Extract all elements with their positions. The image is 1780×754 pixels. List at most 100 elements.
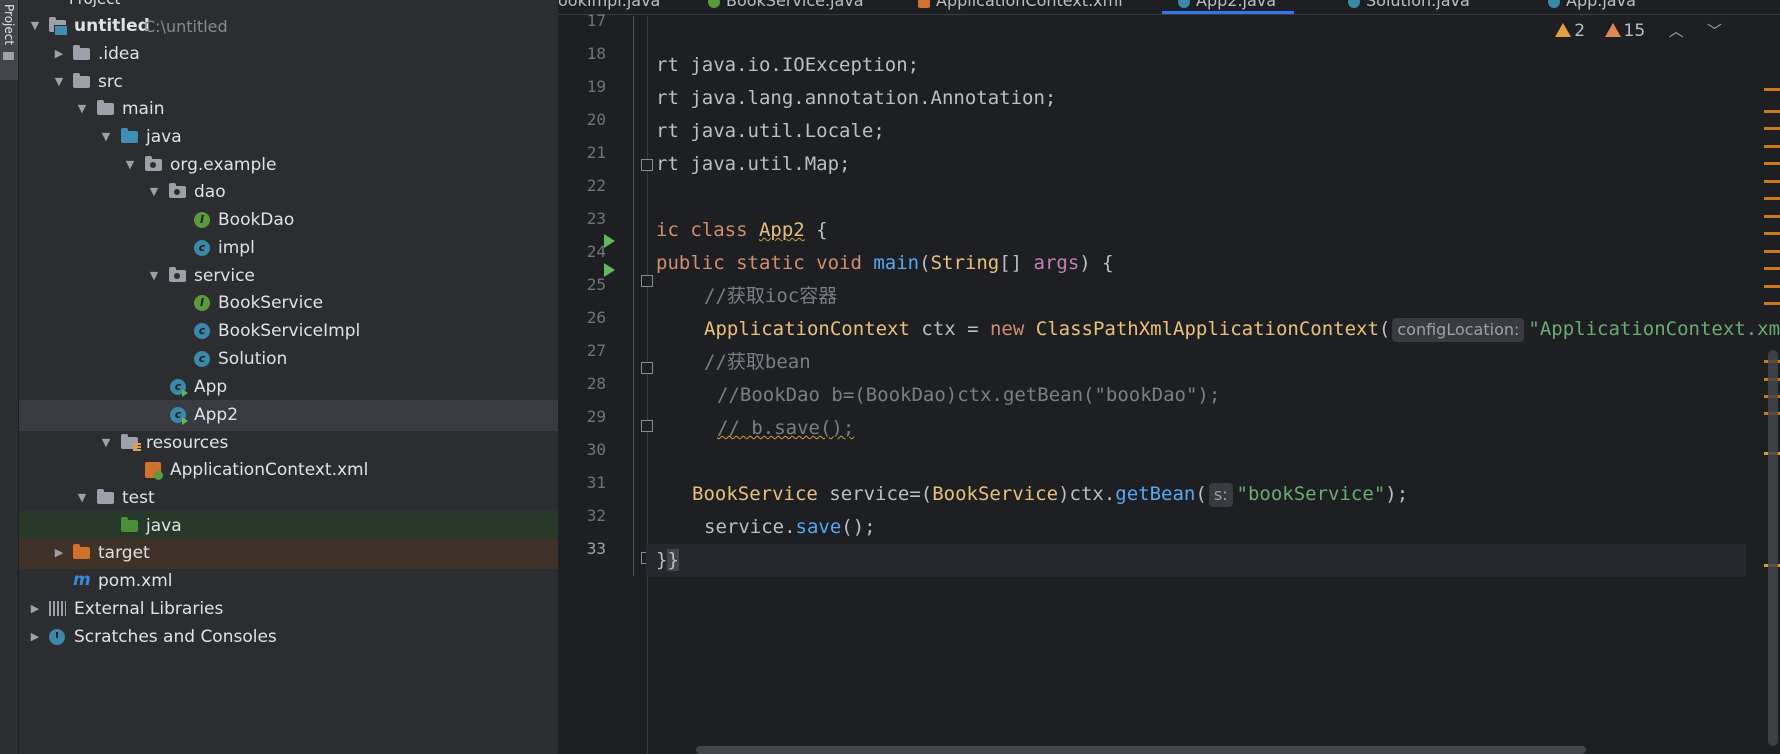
package-icon <box>169 183 187 200</box>
line-number: 31 <box>586 473 606 492</box>
project-tool-window-tab[interactable]: Project <box>0 0 18 80</box>
package-icon <box>145 156 163 173</box>
folder-icon <box>73 45 91 62</box>
class-icon <box>1178 0 1190 8</box>
line-number: 26 <box>586 308 606 327</box>
tree-item-label: BookServiceImpl <box>218 321 361 341</box>
source-folder-icon <box>121 128 139 145</box>
line-number: 28 <box>586 374 606 393</box>
editor-tabs: ookImpl.java BookService.java Applicatio… <box>558 0 1780 15</box>
tree-item-bookdao[interactable]: I BookDao <box>19 205 558 236</box>
parameter-hint: s: <box>1208 483 1233 507</box>
line-number: 23 <box>586 209 606 228</box>
line-number: 33 <box>586 539 606 558</box>
chevron-down-icon[interactable]: ▼ <box>29 18 41 34</box>
class-icon <box>1348 0 1360 8</box>
fold-marker-icon[interactable] <box>641 420 653 432</box>
resources-folder-icon <box>121 434 141 451</box>
tree-item-external-libraries[interactable]: ▶ External Libraries <box>19 594 558 625</box>
tree-item-untitled[interactable]: ▼ untitled C:\untitled <box>19 11 558 42</box>
tree-item-label: test <box>122 488 155 508</box>
code-editor[interactable]: ookImpl.java BookService.java Applicatio… <box>558 0 1780 754</box>
tree-item-test[interactable]: ▼ test <box>19 483 558 514</box>
tree-item-idea[interactable]: ▶ .idea <box>19 39 558 70</box>
tree-item-impl[interactable]: c impl <box>19 233 558 264</box>
tab-app[interactable]: App.java <box>1548 0 1636 10</box>
tree-item-bookservice[interactable]: I BookService <box>19 288 558 319</box>
run-gutter-icon[interactable] <box>604 263 615 277</box>
tree-item-app2[interactable]: c App2 <box>19 400 558 431</box>
tree-item-label: impl <box>218 238 255 258</box>
tree-item-solution[interactable]: c Solution <box>19 344 558 375</box>
code-line-21: rt java.util.Map; <box>656 153 851 175</box>
project-tab-label: Project <box>2 4 16 46</box>
maven-icon: m <box>73 570 91 590</box>
tree-item-bookserviceimpl[interactable]: c BookServiceImpl <box>19 316 558 347</box>
line-gutter: 17 18 19 20 21 22 23 24 25 26 27 28 29 30 31 32 33 <box>558 11 630 754</box>
tree-item-label: dao <box>194 182 226 202</box>
tree-item-label: main <box>122 99 165 119</box>
tool-window-strip: Project <box>0 0 19 754</box>
line-number: 21 <box>586 143 606 162</box>
line-number: 25 <box>586 275 606 294</box>
tree-item-pom-xml[interactable]: m pom.xml <box>19 566 558 597</box>
package-icon <box>169 267 187 284</box>
chevron-down-icon[interactable]: ▼ <box>76 101 88 117</box>
tree-item-applicationcontext-xml[interactable]: ApplicationContext.xml <box>19 455 558 486</box>
code-line-33: }} <box>656 549 679 571</box>
tree-item-target[interactable]: ▶ target <box>19 538 558 569</box>
chevron-right-icon[interactable]: ▶ <box>29 629 41 645</box>
tree-item-scratches[interactable]: ▶ Scratches and Consoles <box>19 622 558 653</box>
excluded-folder-icon <box>73 544 91 561</box>
line-number: 32 <box>586 506 606 525</box>
test-folder-icon <box>121 517 139 534</box>
code-line-26: ApplicationContext ctx = new ClassPathXm… <box>704 318 1780 342</box>
chevron-right-icon[interactable]: ▶ <box>53 545 65 561</box>
interface-icon: I <box>194 212 212 228</box>
code-line-31: BookService service=(BookService)ctx.get… <box>692 483 1409 507</box>
line-number: 29 <box>586 407 606 426</box>
chevron-down-icon[interactable]: ▼ <box>53 74 65 90</box>
tab-solution[interactable]: Solution.java <box>1348 0 1470 10</box>
tree-item-label: Scratches and Consoles <box>74 627 277 647</box>
fold-marker-icon[interactable] <box>641 362 653 374</box>
libraries-icon <box>49 601 67 617</box>
tree-item-app[interactable]: c App <box>19 372 558 403</box>
xml-file-icon <box>145 462 163 480</box>
interface-icon <box>708 0 720 8</box>
tree-item-label: target <box>98 543 150 563</box>
tree-item-label: .idea <box>98 44 140 64</box>
tree-item-label: java <box>146 516 182 536</box>
chevron-right-icon[interactable]: ▶ <box>29 601 41 617</box>
project-header: Project <box>19 0 558 8</box>
code-area[interactable]: rt java.io.IOException; rt java.lang.ann… <box>646 16 1780 754</box>
horizontal-scrollbar[interactable] <box>696 746 1586 754</box>
chevron-down-icon[interactable]: ▼ <box>148 268 160 284</box>
interface-icon: I <box>194 295 212 311</box>
tree-item-label: BookService <box>218 293 324 313</box>
current-line-highlight <box>646 544 1746 577</box>
tab-bookservice[interactable]: BookService.java <box>708 0 864 10</box>
run-gutter-icon[interactable] <box>604 234 615 248</box>
fold-marker-icon[interactable] <box>641 275 653 287</box>
vertical-scrollbar[interactable] <box>1768 350 1778 746</box>
tree-item-label: resources <box>146 433 229 453</box>
chevron-right-icon[interactable]: ▶ <box>53 46 65 62</box>
chevron-down-icon[interactable]: ▼ <box>124 157 136 173</box>
tree-item-label: service <box>194 266 255 286</box>
tree-item-main[interactable]: ▼ main <box>19 94 558 125</box>
chevron-down-icon[interactable]: ▼ <box>76 490 88 506</box>
tree-item-label: App <box>194 377 228 397</box>
tree-item-java[interactable]: ▼ java <box>19 122 558 153</box>
chevron-down-icon[interactable]: ▼ <box>100 435 112 451</box>
code-line-28: //BookDao b=(BookDao)ctx.getBean("bookDa… <box>717 384 1221 406</box>
chevron-down-icon[interactable]: ▼ <box>100 129 112 145</box>
tab-app2[interactable]: App2.java <box>1161 0 1295 14</box>
tree-item-label: pom.xml <box>98 571 173 591</box>
tree-item-dao[interactable]: ▼ dao <box>19 177 558 208</box>
fold-marker-icon[interactable] <box>641 159 653 171</box>
indent-guide <box>633 16 634 576</box>
tab-applicationcontext[interactable]: ApplicationContext.xml <box>918 0 1123 10</box>
folder-icon <box>97 100 115 117</box>
chevron-down-icon[interactable]: ▼ <box>148 184 160 200</box>
